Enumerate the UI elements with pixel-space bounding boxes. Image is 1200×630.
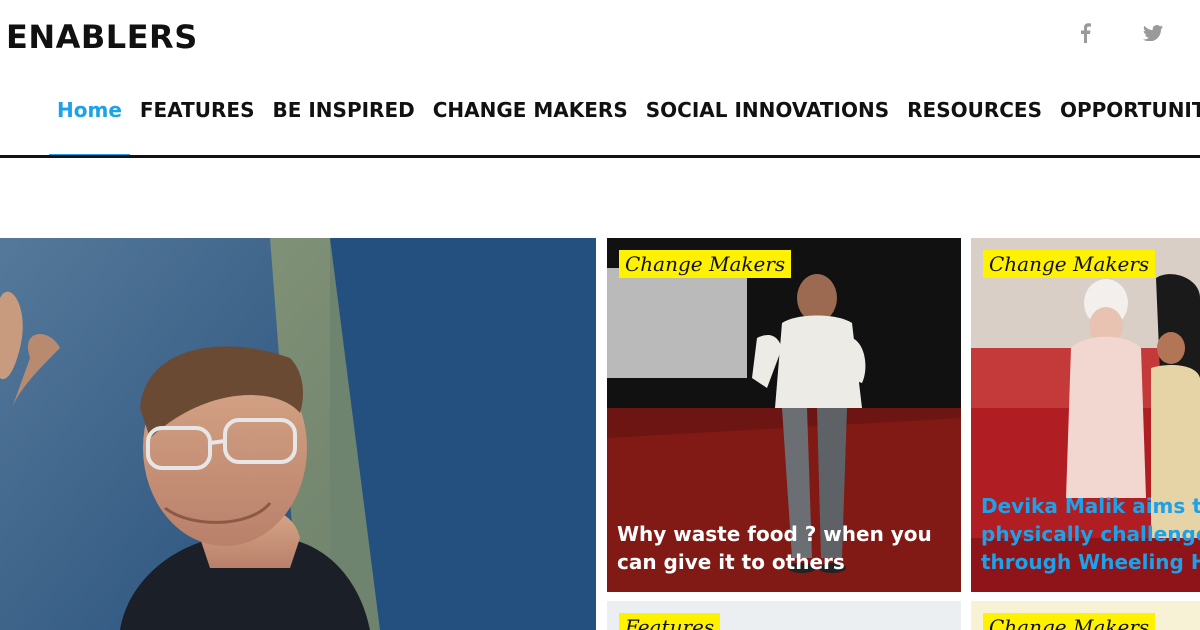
article-card-change-makers[interactable]: Change Makers (971, 601, 1200, 630)
twitter-icon[interactable] (1142, 22, 1164, 44)
hero-photo (0, 238, 596, 630)
category-tag[interactable]: Features (619, 613, 721, 630)
headline-line: Devika Malik aims to (981, 494, 1200, 518)
nav-item-resources[interactable]: RESOURCES (898, 90, 1051, 130)
nav-item-change-makers[interactable]: CHANGE MAKERS (424, 90, 637, 130)
facebook-icon[interactable] (1074, 22, 1096, 44)
site-logo[interactable]: ENABLERS (6, 18, 198, 56)
article-headline[interactable]: Why waste food ? when you can give it to… (617, 520, 953, 576)
nav-item-social-innovations[interactable]: SOCIAL INNOVATIONS (637, 90, 898, 130)
article-card-features[interactable]: Features (607, 601, 961, 630)
headline-line: through Wheeling Ha (981, 550, 1200, 574)
headline-line: physically challenged (981, 522, 1200, 546)
article-card-food[interactable]: Change Makers Why waste food ? when you … (607, 238, 961, 592)
category-tag[interactable]: Change Makers (983, 250, 1156, 278)
nav-item-be-inspired[interactable]: BE INSPIRED (264, 90, 424, 130)
category-tag[interactable]: Change Makers (983, 613, 1156, 630)
social-links (1074, 22, 1164, 44)
article-headline[interactable]: Devika Malik aims to physically challeng… (981, 492, 1200, 576)
nav-divider (0, 155, 1200, 158)
nav-item-features[interactable]: FEATURES (131, 90, 264, 130)
category-tag[interactable]: Change Makers (619, 250, 792, 278)
nav-item-opportunities[interactable]: OPPORTUNITIES (1051, 90, 1200, 130)
article-card-devika[interactable]: Change Makers Devika Malik aims to physi… (971, 238, 1200, 592)
nav-item-home[interactable]: Home (48, 90, 131, 158)
main-nav: Home FEATURES BE INSPIRED CHANGE MAKERS … (48, 90, 1200, 158)
hero-feature-image[interactable] (0, 238, 596, 630)
